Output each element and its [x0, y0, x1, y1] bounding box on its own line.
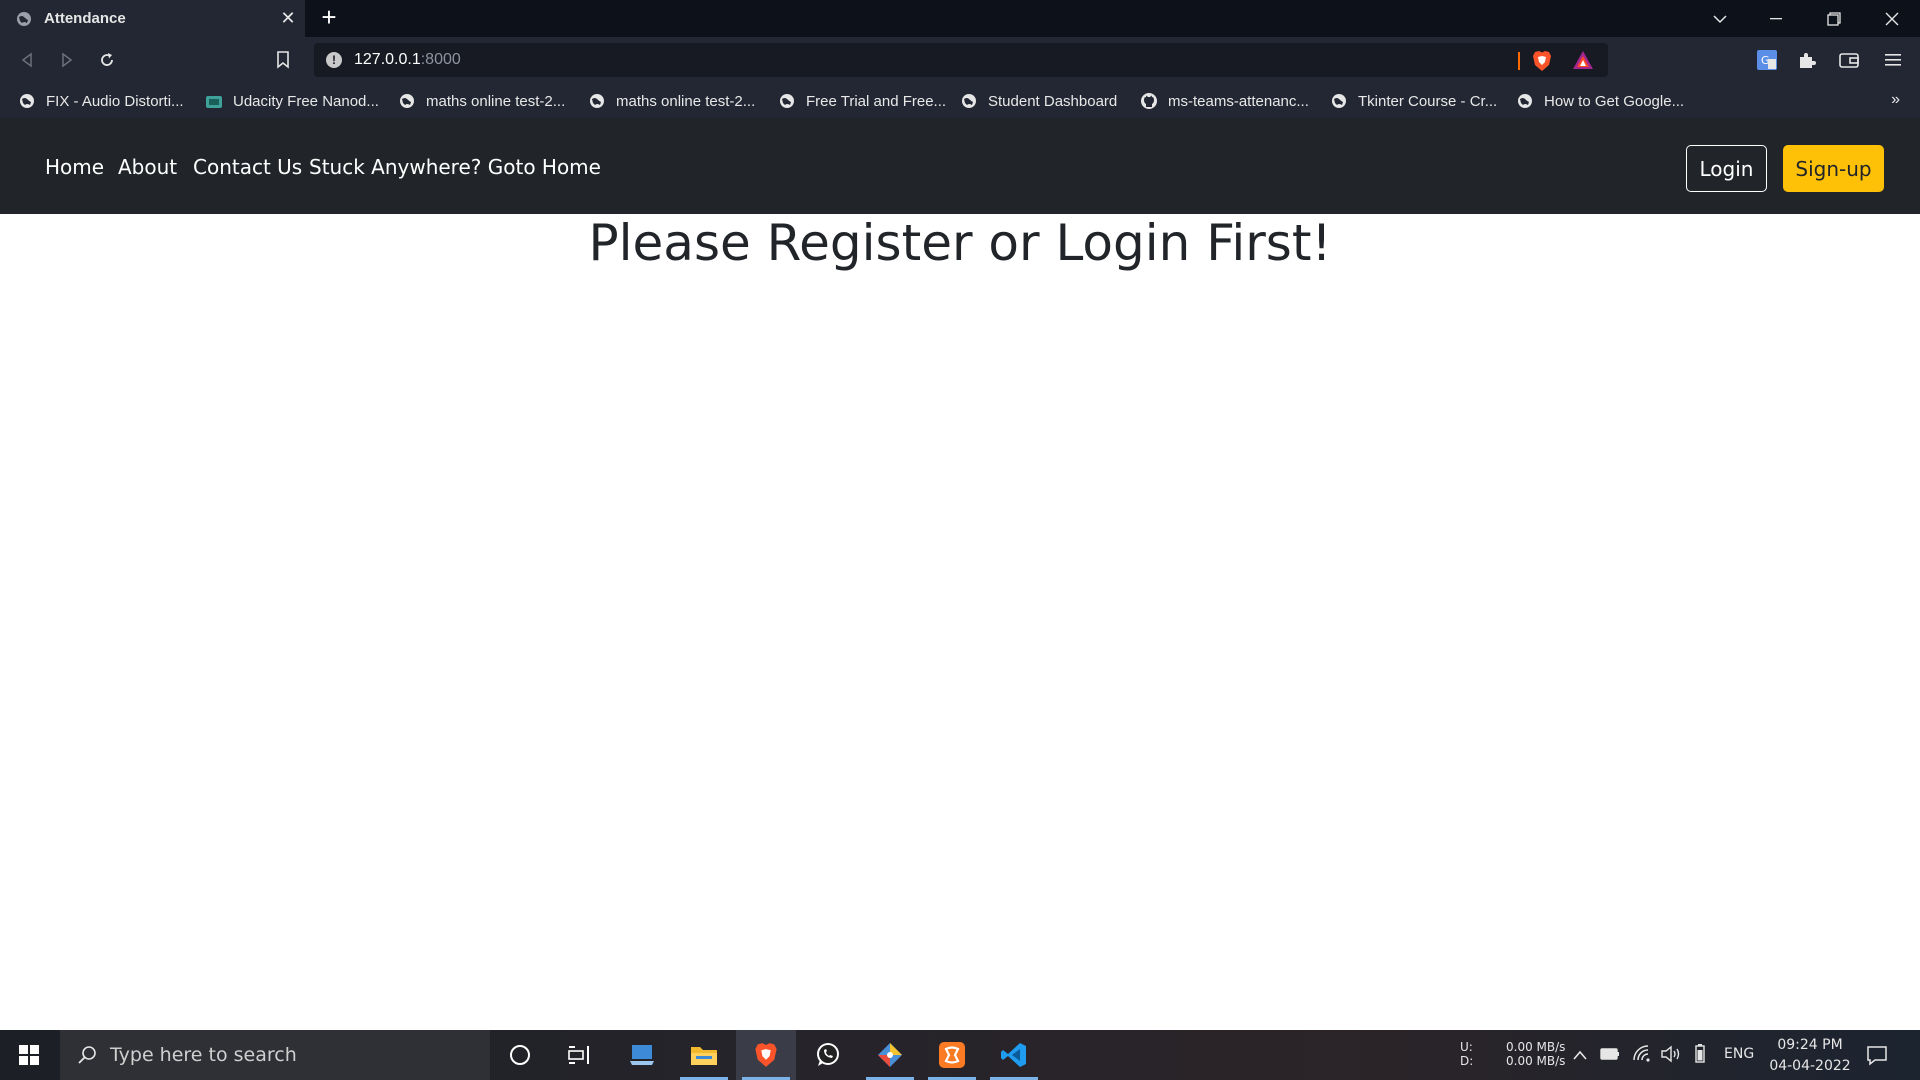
- restore-window-icon[interactable]: [1806, 0, 1862, 37]
- bookmark-item[interactable]: How to Get Google...: [1516, 90, 1684, 112]
- url-host: 127.0.0.1: [354, 51, 421, 68]
- new-tab-button[interactable]: +: [318, 4, 340, 30]
- page-heading: Please Register or Login First!: [588, 214, 1332, 272]
- udacity-icon: [205, 92, 223, 110]
- file-explorer-icon[interactable]: [674, 1030, 734, 1080]
- windows-start-icon[interactable]: [0, 1030, 58, 1080]
- task-view-icon[interactable]: [550, 1030, 610, 1080]
- browser-tab-active[interactable]: Attendance ✕: [0, 0, 305, 37]
- bookmark-label: How to Get Google...: [1544, 92, 1685, 110]
- search-placeholder: Type here to search: [110, 1044, 297, 1066]
- url-text[interactable]: 127.0.0.1:8000: [354, 51, 461, 69]
- net-down-label: D:: [1460, 1054, 1474, 1068]
- git-tool-icon[interactable]: [860, 1030, 920, 1080]
- bookmark-label: FIX - Audio Distorti...: [46, 92, 184, 110]
- wallet-icon[interactable]: [1836, 47, 1862, 73]
- globe-icon: [16, 11, 32, 27]
- bookmark-item[interactable]: ms-teams-attenanc...: [1140, 90, 1309, 112]
- back-icon[interactable]: [14, 47, 40, 73]
- forward-icon[interactable]: [54, 47, 80, 73]
- brave-shields-icon[interactable]: [1532, 50, 1552, 77]
- whatsapp-icon[interactable]: [798, 1030, 858, 1080]
- search-icon: [76, 1044, 98, 1066]
- minimize-window-icon[interactable]: [1748, 0, 1804, 37]
- address-bar-separator: [1518, 52, 1520, 70]
- xampp-icon[interactable]: [922, 1030, 982, 1080]
- clock[interactable]: 09:24 PM 04-04-2022: [1768, 1035, 1852, 1077]
- menu-hamburger-icon[interactable]: [1880, 47, 1906, 73]
- bookmark-item[interactable]: Free Trial and Free...: [778, 90, 946, 112]
- clock-date: 04-04-2022: [1769, 1058, 1851, 1074]
- bookmark-label: Udacity Free Nanod...: [233, 92, 379, 110]
- bookmark-item[interactable]: Tkinter Course - Cr...: [1330, 90, 1497, 112]
- bookmark-label: Tkinter Course - Cr...: [1358, 92, 1498, 110]
- bookmark-item[interactable]: FIX - Audio Distorti...: [18, 90, 184, 112]
- close-window-icon[interactable]: [1864, 0, 1920, 37]
- address-bar[interactable]: ! 127.0.0.1:8000: [314, 43, 1608, 77]
- bookmark-item[interactable]: maths online test-2...: [588, 90, 755, 112]
- globe-icon: [1330, 92, 1348, 110]
- notifications-icon[interactable]: [1866, 1044, 1888, 1066]
- login-button[interactable]: Login: [1686, 145, 1767, 192]
- brave-browser-taskbar-icon[interactable]: [736, 1030, 796, 1080]
- url-port: :8000: [420, 51, 461, 68]
- nav-link-contact-us[interactable]: Contact Us: [193, 155, 302, 179]
- site-navbar: Home About Contact Us Stuck Anywhere? Go…: [0, 118, 1920, 214]
- wifi-icon[interactable]: [1632, 1044, 1652, 1064]
- site-info-icon[interactable]: !: [326, 52, 342, 68]
- browser-tab-strip: Attendance ✕ +: [0, 0, 1920, 37]
- globe-icon: [960, 92, 978, 110]
- nav-link-stuck-goto-home[interactable]: Stuck Anywhere? Goto Home: [309, 155, 601, 179]
- bookmarks-overflow-icon[interactable]: »: [1891, 91, 1900, 109]
- translate-icon[interactable]: G: [1754, 47, 1780, 73]
- bookmark-icon[interactable]: [270, 47, 296, 73]
- bookmark-label: Student Dashboard: [988, 92, 1118, 110]
- tab-search-chevron-icon[interactable]: [1692, 0, 1748, 37]
- input-language[interactable]: ENG: [1724, 1046, 1754, 1062]
- browser-toolbar: ! 127.0.0.1:8000 G: [0, 37, 1920, 83]
- bookmark-label: maths online test-2...: [616, 92, 756, 110]
- brave-rewards-icon[interactable]: [1572, 50, 1594, 75]
- bookmark-label: ms-teams-attenanc...: [1168, 92, 1309, 110]
- clock-time: 09:24 PM: [1777, 1037, 1843, 1053]
- net-up-label: U:: [1460, 1040, 1473, 1054]
- tab-title: Attendance: [44, 10, 126, 27]
- bookmark-item[interactable]: Student Dashboard: [960, 90, 1117, 112]
- bookmark-item[interactable]: maths online test-2...: [398, 90, 565, 112]
- bookmarks-bar: FIX - Audio Distorti... Udacity Free Nan…: [0, 83, 1920, 118]
- net-up-value: 0.00 MB/s: [1506, 1040, 1566, 1054]
- globe-icon: [588, 92, 606, 110]
- battery-saver-icon[interactable]: [1600, 1046, 1620, 1064]
- this-pc-icon[interactable]: [612, 1030, 672, 1080]
- nav-link-about[interactable]: About: [118, 155, 177, 179]
- nav-link-home[interactable]: Home: [45, 155, 104, 179]
- bookmark-label: Free Trial and Free...: [806, 92, 947, 110]
- extensions-puzzle-icon[interactable]: [1794, 47, 1820, 73]
- net-down-value: 0.00 MB/s: [1506, 1054, 1566, 1068]
- github-icon: [1140, 92, 1158, 110]
- windows-taskbar: Type here to search U: D: 0.00 MB/s 0.00…: [0, 1030, 1920, 1080]
- globe-icon: [1516, 92, 1534, 110]
- globe-icon: [398, 92, 416, 110]
- bookmark-item[interactable]: Udacity Free Nanod...: [205, 90, 379, 112]
- globe-icon: [18, 92, 36, 110]
- vscode-icon[interactable]: [984, 1030, 1044, 1080]
- cortana-icon[interactable]: [490, 1030, 550, 1080]
- taskbar-search-box[interactable]: Type here to search: [60, 1030, 490, 1080]
- bookmark-label: maths online test-2...: [426, 92, 566, 110]
- battery-icon[interactable]: [1694, 1044, 1706, 1064]
- signup-button[interactable]: Sign-up: [1783, 145, 1884, 192]
- reload-icon[interactable]: [94, 47, 120, 73]
- net-speed-labels: U: D:: [1460, 1040, 1473, 1068]
- tab-close-icon[interactable]: ✕: [279, 9, 297, 27]
- volume-icon[interactable]: [1660, 1044, 1682, 1064]
- net-speed-values: 0.00 MB/s 0.00 MB/s: [1506, 1040, 1565, 1068]
- globe-icon: [778, 92, 796, 110]
- show-hidden-icons-chevron-icon[interactable]: [1572, 1046, 1588, 1064]
